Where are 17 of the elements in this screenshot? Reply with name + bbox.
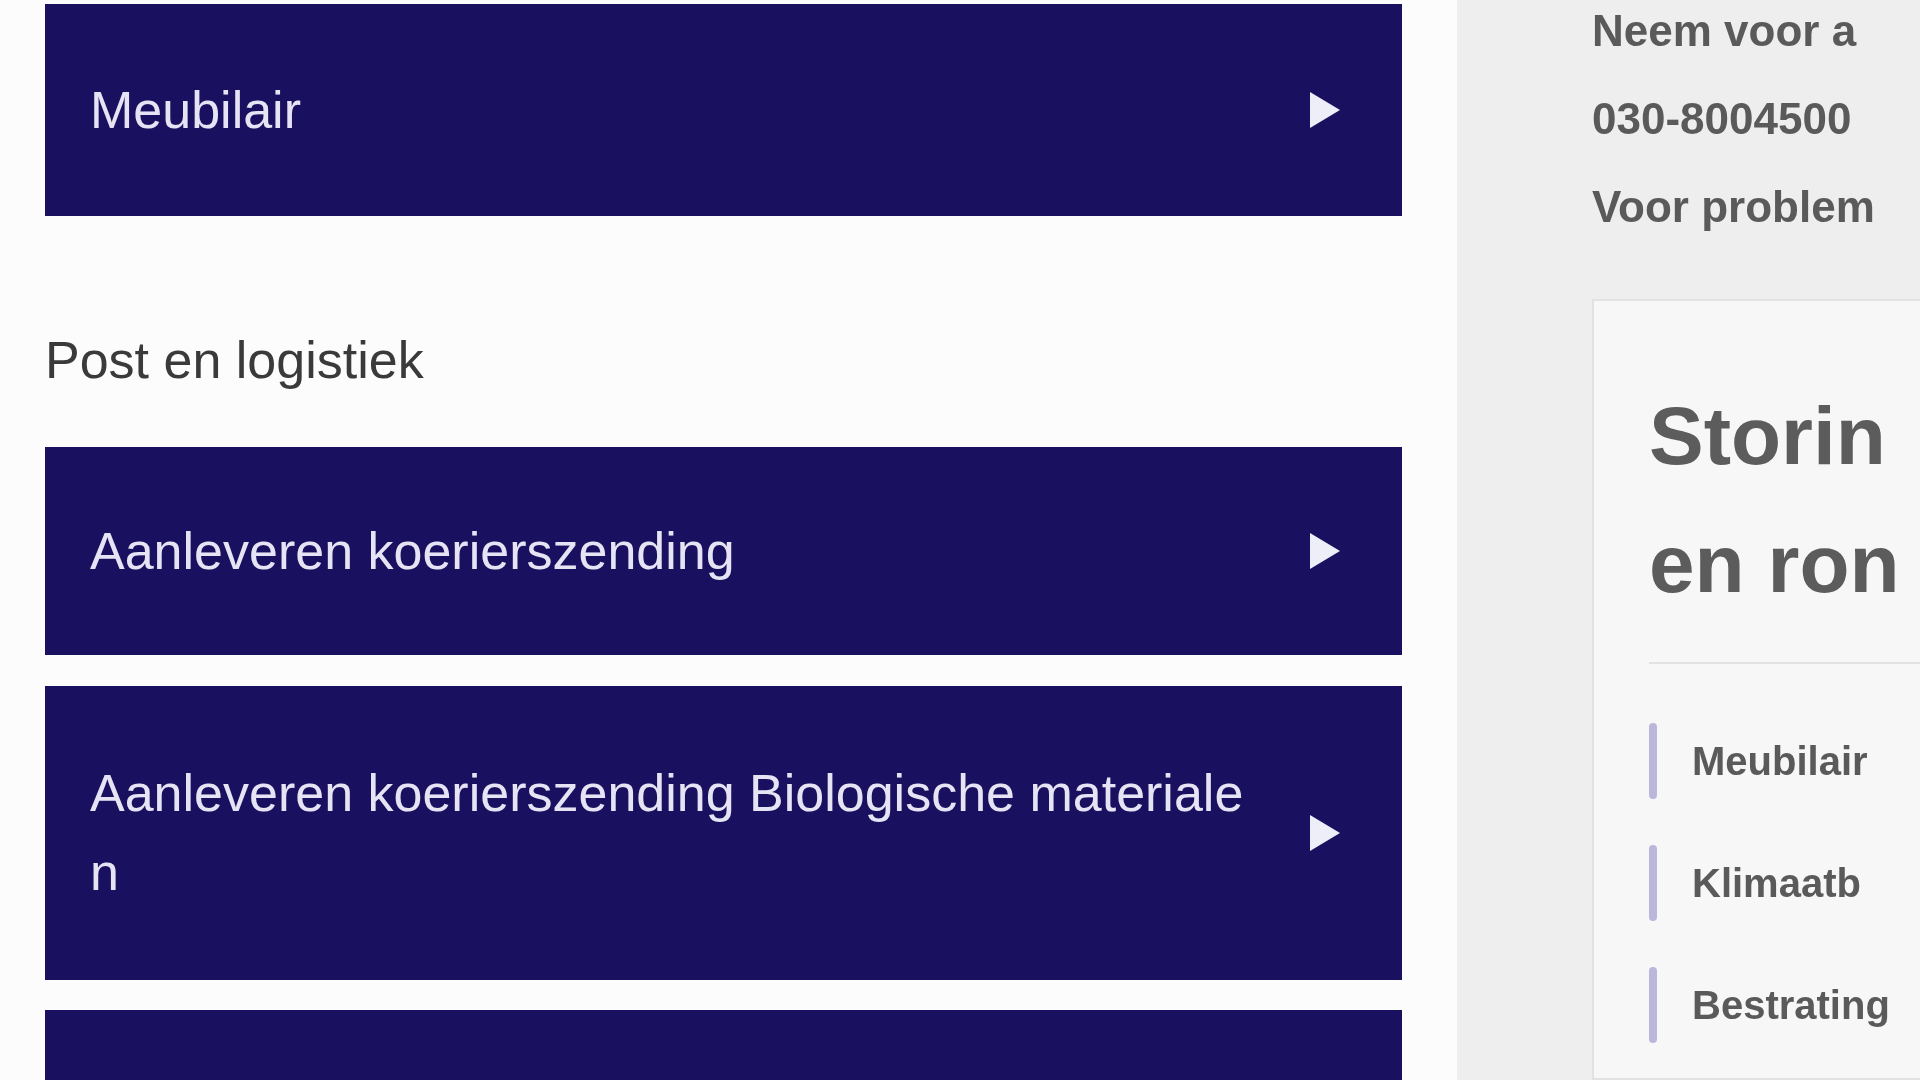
vertical-bar-icon [1649, 967, 1657, 1043]
play-arrow-icon [1310, 815, 1340, 851]
play-arrow-icon [1310, 92, 1340, 128]
category-tile[interactable]: Aanleveren koerierszending [45, 447, 1402, 655]
category-tile[interactable]: Aanleveren koerierszending Biologische materiale n [45, 686, 1402, 980]
sidebar-link[interactable]: Meubilair [1692, 738, 1868, 784]
section-heading: Post en logistiek [45, 330, 424, 390]
category-tile[interactable]: Meubilair [45, 4, 1402, 216]
card-title: Storin en ron [1649, 389, 1900, 611]
contact-text: Neem voor a [1592, 5, 1857, 57]
contact-text: Voor problem [1592, 181, 1875, 233]
vertical-bar-icon [1649, 845, 1657, 921]
play-arrow-icon [1310, 533, 1340, 569]
sidebar-link[interactable]: Klimaatb [1692, 860, 1861, 906]
vertical-bar-icon [1649, 723, 1657, 799]
contact-text: 030-8004500 [1592, 93, 1852, 145]
sidebar-link[interactable]: Bestrating [1692, 982, 1890, 1028]
